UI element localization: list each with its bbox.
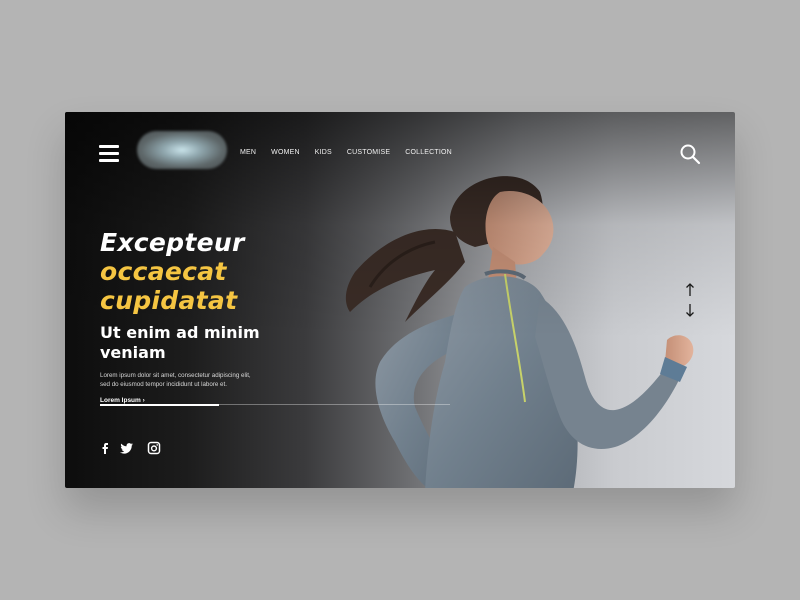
hero-content: Excepteur occaecat cupidatat Ut enim ad … [100,228,330,407]
slide-arrows [683,282,697,322]
search-icon[interactable] [679,143,701,165]
runner-image [345,176,694,488]
slider-progress [100,403,450,406]
nav-item-collection[interactable]: COLLECTION [405,149,452,156]
hero-subtitle: Ut enim ad minim veniam [100,323,260,362]
hero-title-line3: cupidatat [100,286,238,315]
instagram-icon[interactable] [147,441,161,455]
brand-logo[interactable] [137,131,227,169]
hero-title: Excepteur occaecat cupidatat [100,228,330,315]
nav-item-women[interactable]: WOMEN [271,149,300,156]
nav-item-men[interactable]: MEN [240,149,256,156]
arrow-down-icon[interactable] [683,302,697,318]
nav-item-customise[interactable]: CUSTOMISE [347,149,390,156]
hamburger-menu-icon[interactable] [99,145,119,162]
hero-description: Lorem ipsum dolor sit amet, consectetur … [100,372,251,388]
hero-title-line1: Excepteur [100,228,245,257]
arrow-up-icon[interactable] [683,282,697,298]
hero-card: MEN WOMEN KIDS CUSTOMISE COLLECTION Exce… [65,112,735,488]
slider-progress-fill [100,403,219,406]
hero-title-line2: occaecat [100,257,227,286]
main-nav: MEN WOMEN KIDS CUSTOMISE COLLECTION [240,149,452,156]
facebook-icon[interactable] [98,441,112,455]
twitter-icon[interactable] [120,441,134,455]
nav-item-kids[interactable]: KIDS [315,149,332,156]
stage: MEN WOMEN KIDS CUSTOMISE COLLECTION Exce… [0,0,800,600]
